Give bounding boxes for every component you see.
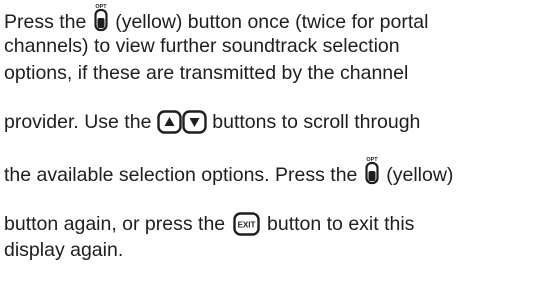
text-line-4: provider. Use the buttons to scroll thro… [4,110,420,135]
exit-button-icon: EXIT [232,212,260,236]
text-line-7: display again. [4,238,123,262]
exit-label: EXIT [237,220,255,229]
text-segment: display again. [4,239,124,261]
text-segment: the available selection options. Press t… [4,164,358,187]
opt-yellow-button-icon: OPT [94,2,108,32]
opt-yellow-button-icon: OPT [365,155,379,185]
text-line-3: options, if these are transmitted by the… [4,61,408,85]
text-segment: Press the [4,11,87,34]
text-line-5: the available selection options. Press t… [4,157,454,191]
text-segment: (yellow) button once (twice for portal [115,11,429,34]
text-segment: (yellow) [386,164,454,187]
text-segment: button again, or press the [4,213,226,235]
up-arrow-button-icon [157,110,182,134]
text-segment: button to exit this [267,213,415,235]
text-segment: buttons to scroll through [212,111,421,133]
down-arrow-button-icon [182,110,207,134]
text-line-6: button again, or press the EXIT button t… [4,212,414,237]
text-segment: channels) to view further soundtrack sel… [4,35,400,57]
text-line-2: channels) to view further soundtrack sel… [4,34,400,58]
text-segment: options, if these are transmitted by the… [4,62,409,84]
text-segment: provider. Use the [4,111,152,133]
